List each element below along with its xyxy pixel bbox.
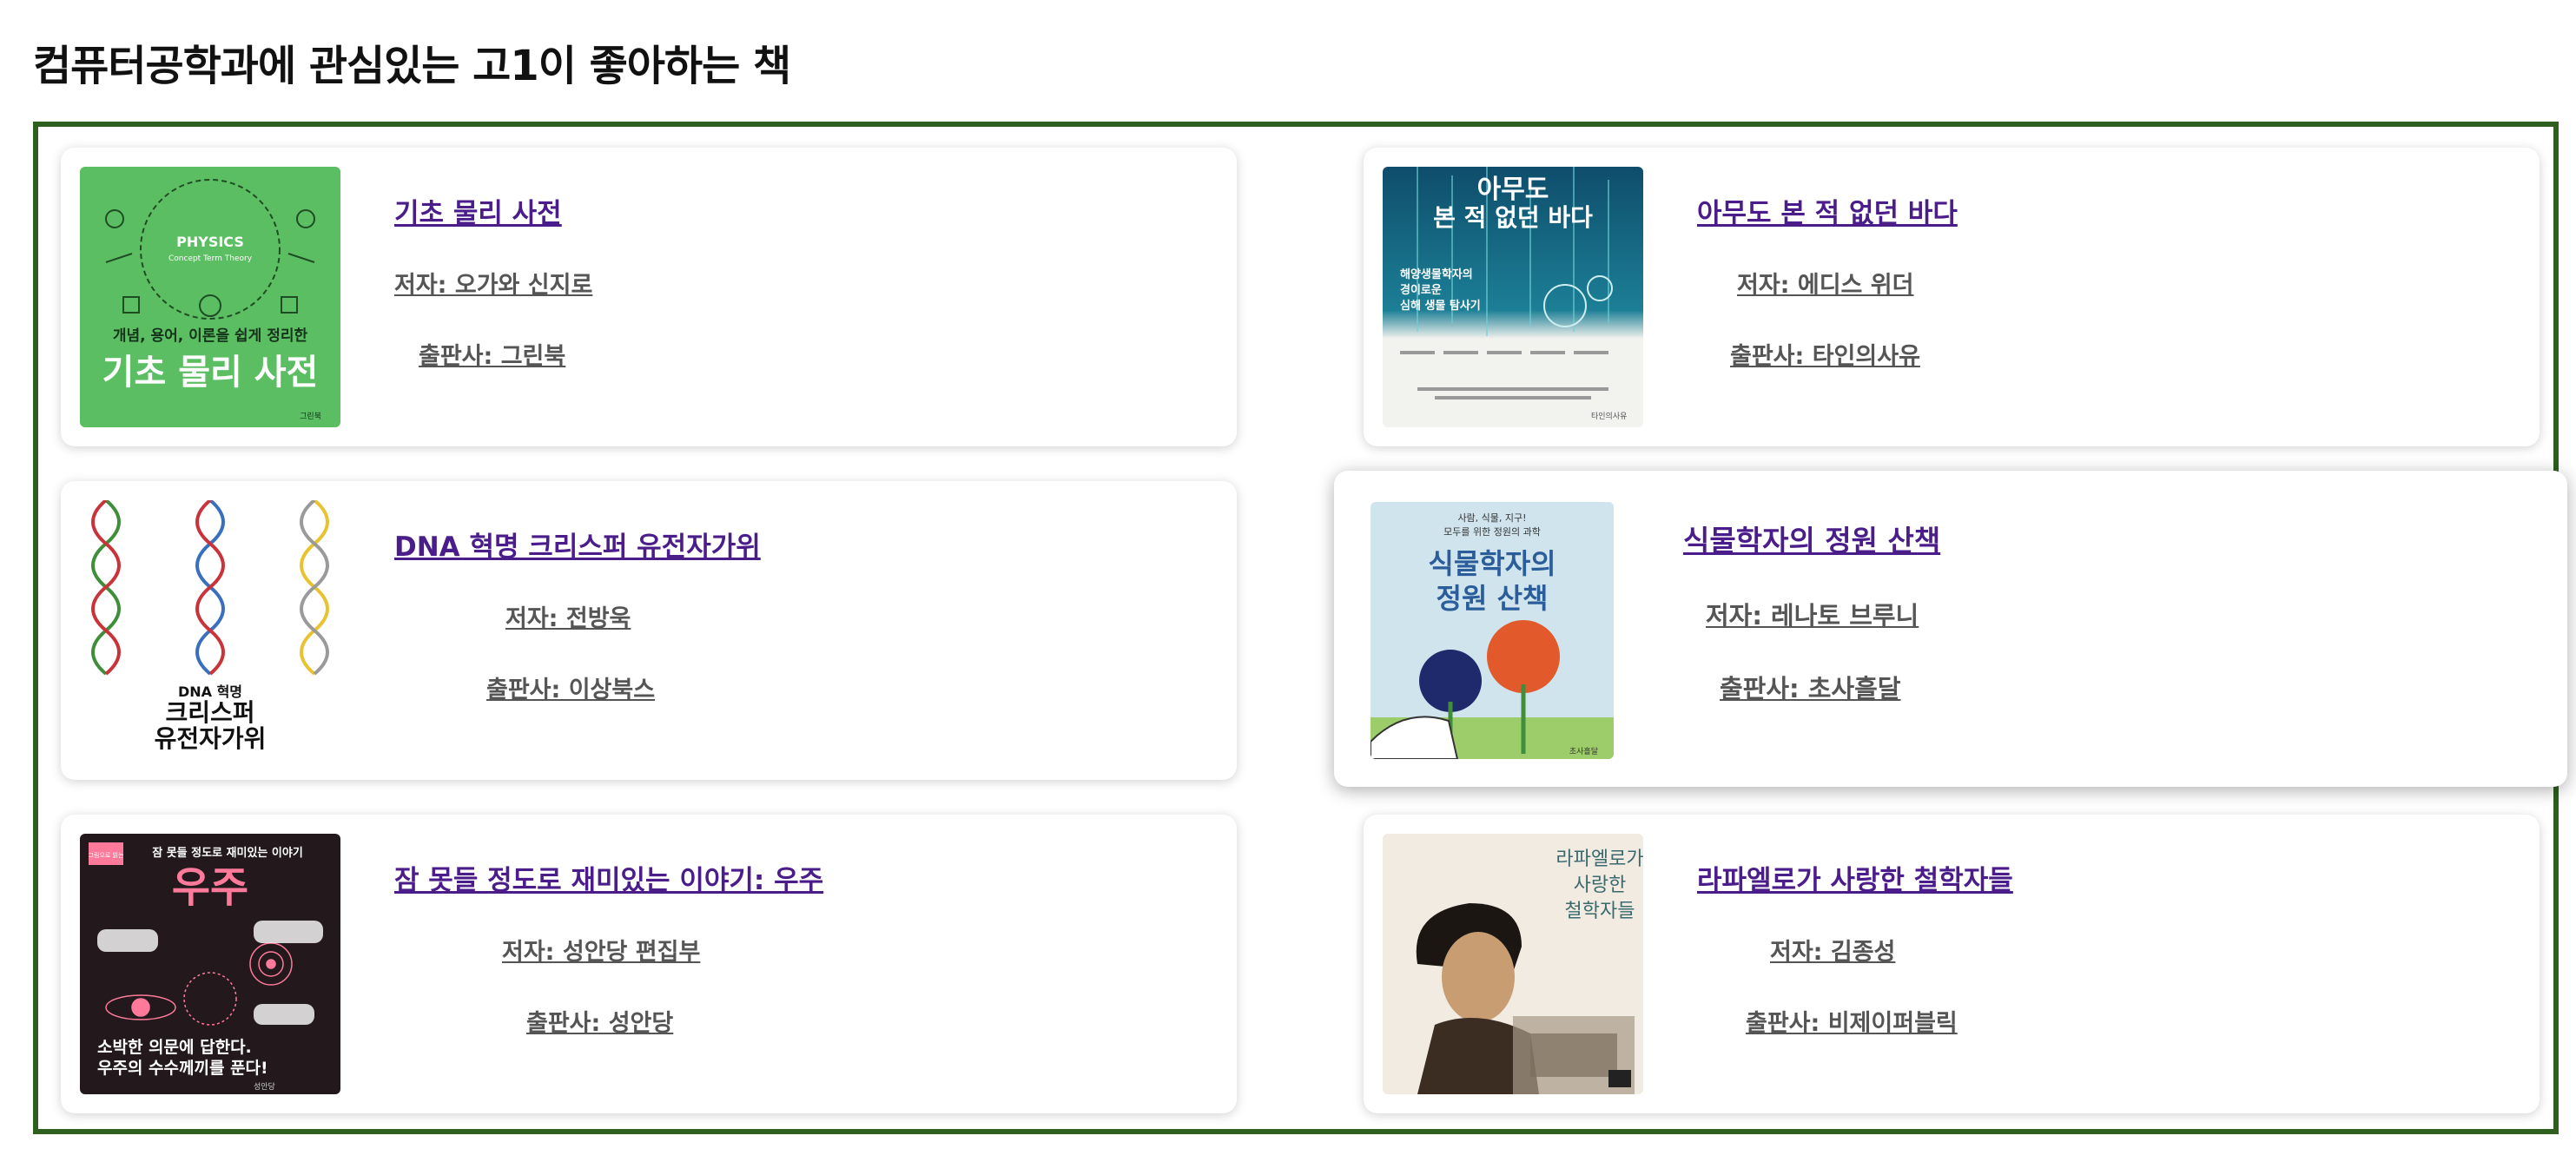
book-card[interactable]: DNA 혁명 크리스퍼 유전자가위 DNA 혁명 크리스퍼 유전자가위 저자: … [61, 481, 1237, 780]
book-title-link[interactable]: DNA 혁명 크리스퍼 유전자가위 [394, 525, 761, 564]
cover-text: 우주 [172, 863, 248, 912]
book-publisher[interactable]: 출판사: 초사흘달 [1720, 669, 1900, 705]
book-list-container: PHYSICS Concept Term Theory 개념, 용어, 이론을 … [33, 122, 2567, 1134]
book-cover-image[interactable]: DNA 혁명 크리스퍼 유전자가위 [80, 500, 340, 761]
cover-text: PHYSICS [176, 234, 244, 250]
cover-text: 유전자가위 [155, 724, 267, 753]
cover-text: 소박한 의문에 답한다. [97, 1038, 252, 1057]
book-card[interactable]: 라파엘로가 사랑한 철학자들 라파엘로가 사랑한 철학자들 저자: 김종성 출판… [1364, 815, 2540, 1113]
book-card[interactable]: PHYSICS Concept Term Theory 개념, 용어, 이론을 … [61, 148, 1237, 446]
book-title-link[interactable]: 아무도 본 적 없던 바다 [1697, 191, 1958, 230]
cover-text: 경이로운 [1400, 283, 1442, 297]
book-publisher[interactable]: 출판사: 타인의사유 [1730, 337, 1920, 371]
page-title: 컴퓨터공학과에 관심있는 고1이 좋아하는 책 [33, 42, 791, 90]
book-title-link[interactable]: 기초 물리 사전 [394, 191, 562, 230]
cover-text: 아무도 [1477, 175, 1549, 205]
book-author[interactable]: 저자: 성안당 편집부 [502, 933, 700, 967]
book-card[interactable]: 사람, 식물, 지구! 모두를 위한 정원의 과학 식물학자의 정원 산책 초사… [1334, 471, 2567, 787]
book-publisher[interactable]: 출판사: 성안당 [526, 1004, 673, 1038]
cover-text: 라파엘로가 [1556, 848, 1643, 870]
book-publisher[interactable]: 출판사: 비제이퍼블릭 [1746, 1004, 1958, 1038]
book-card[interactable]: 그림으로 읽는 잠 못들 정도로 재미있는 이야기 우주 소박한 의문에 답한다… [61, 815, 1237, 1113]
book-cover-image[interactable]: 라파엘로가 사랑한 철학자들 [1383, 834, 1643, 1094]
book-publisher[interactable]: 출판사: 이상북스 [486, 670, 655, 704]
cover-text: 크리스퍼 [165, 698, 254, 727]
book-card[interactable]: 아무도 본 적 없던 바다 해양생물학자의 경이로운 심해 생물 탐사기 타인의… [1364, 148, 2540, 446]
cover-text: 해양생물학자의 [1400, 267, 1473, 281]
cover-text: 심해 생물 탐사기 [1400, 299, 1481, 313]
cover-text: 기초 물리 사전 [102, 353, 319, 393]
book-cover-image[interactable]: 사람, 식물, 지구! 모두를 위한 정원의 과학 식물학자의 정원 산책 초사… [1371, 502, 1614, 759]
cover-text: Concept Term Theory [168, 254, 253, 263]
book-title-link[interactable]: 잠 못들 정도로 재미있는 이야기: 우주 [394, 858, 823, 897]
book-title-link[interactable]: 라파엘로가 사랑한 철학자들 [1697, 858, 2013, 897]
book-title-link[interactable]: 식물학자의 정원 산책 [1683, 518, 1940, 559]
book-author[interactable]: 저자: 레나토 브루니 [1706, 596, 1919, 632]
cover-text: 모두를 위한 정원의 과학 [1443, 526, 1541, 538]
cover-text: 그린북 [300, 412, 321, 421]
book-author[interactable]: 저자: 에디스 위더 [1737, 266, 1913, 300]
cover-text: 타인의사유 [1591, 412, 1627, 421]
cover-text: 초사흘달 [1569, 746, 1598, 756]
cover-text: 개념, 용어, 이론을 쉽게 정리한 [113, 327, 308, 345]
book-author[interactable]: 저자: 오가와 신지로 [394, 266, 592, 300]
cover-text: 우주의 수수께끼를 푼다! [97, 1059, 268, 1078]
book-cover-image[interactable]: 아무도 본 적 없던 바다 해양생물학자의 경이로운 심해 생물 탐사기 타인의… [1383, 167, 1643, 427]
book-publisher[interactable]: 출판사: 그린북 [419, 337, 565, 371]
book-author[interactable]: 저자: 김종성 [1770, 933, 1895, 967]
cover-text: 그림으로 읽는 [89, 852, 124, 859]
cover-text: 성안당 [254, 1082, 275, 1092]
book-cover-image[interactable]: PHYSICS Concept Term Theory 개념, 용어, 이론을 … [80, 167, 340, 427]
cover-text: 본 적 없던 바다 [1433, 203, 1593, 232]
cover-text: 정원 산책 [1437, 582, 1549, 615]
cover-text: 식물학자의 [1428, 547, 1556, 580]
cover-text: 철학자들 [1565, 901, 1635, 922]
cover-text: 잠 못들 정도로 재미있는 이야기 [152, 846, 303, 860]
book-cover-image[interactable]: 그림으로 읽는 잠 못들 정도로 재미있는 이야기 우주 소박한 의문에 답한다… [80, 834, 340, 1094]
cover-text: 사람, 식물, 지구! [1457, 512, 1526, 524]
book-author[interactable]: 저자: 전방욱 [505, 599, 631, 633]
cover-text: 사랑한 [1574, 875, 1627, 896]
